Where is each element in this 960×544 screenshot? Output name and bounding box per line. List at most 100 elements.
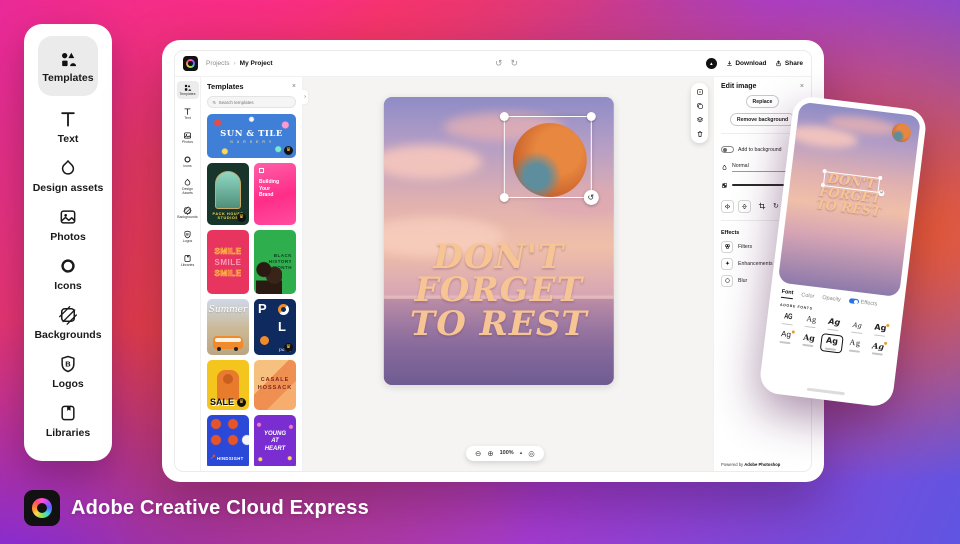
duplicate-icon[interactable] — [696, 102, 704, 110]
avatar[interactable]: ▲ — [706, 58, 717, 69]
close-icon[interactable]: × — [800, 83, 804, 90]
remove-background-button[interactable]: Remove background — [730, 113, 795, 126]
creative-cloud-logo[interactable] — [183, 56, 198, 71]
floating-toolbar — [691, 83, 708, 143]
font-sample-glyph: Ag — [781, 330, 792, 340]
template-card-pool-party[interactable]: P L party ♛ — [254, 299, 296, 355]
share-button[interactable]: Share — [775, 60, 803, 67]
rotate-button[interactable]: ↻ — [773, 202, 779, 210]
rotate-handle[interactable]: ↺ — [583, 190, 598, 205]
ball-graphic — [260, 336, 269, 345]
resize-handle[interactable] — [586, 112, 595, 121]
layers-icon[interactable] — [696, 116, 704, 124]
font-sample-name — [849, 349, 860, 352]
font-sample[interactable]: Ag — [843, 336, 866, 356]
sidebar-item-backgrounds[interactable]: Backgrounds — [34, 305, 101, 341]
redo-icon[interactable]: ↻ — [511, 58, 519, 69]
fit-to-screen-icon[interactable]: ◎ — [528, 450, 535, 458]
breadcrumb-projects[interactable]: Projects — [206, 60, 229, 67]
font-sample[interactable]: Ag — [800, 312, 823, 330]
effects-toggle[interactable] — [848, 298, 859, 305]
template-card-casale-hossack[interactable]: CASALE HOSSACK — [254, 360, 296, 410]
sidebar-item-icons[interactable]: Icons — [54, 256, 81, 292]
blur-icon — [724, 277, 731, 284]
font-sample[interactable]: Ag — [823, 315, 846, 333]
rail-item-label: Icons — [183, 165, 191, 169]
powered-by-note: Powered by Adobe Photoshop — [721, 462, 780, 467]
template-card-sun-tile[interactable]: SUN & TILE N U R S E R Y ♛ — [207, 114, 296, 158]
zoom-level[interactable]: 100% — [500, 450, 514, 456]
sidebar-item-text[interactable]: Text — [58, 109, 79, 145]
download-button[interactable]: Download — [726, 60, 767, 67]
rail-item-text[interactable]: Text — [177, 105, 199, 123]
rail-item-label: Logos — [183, 240, 193, 244]
sidebar-item-templates[interactable]: Templates — [38, 36, 98, 96]
resize-handle[interactable] — [499, 193, 508, 202]
zoom-controls: ⊖ ⊕ 100% ▴ ◎ — [466, 446, 544, 462]
flip-vertical-button[interactable] — [738, 200, 751, 213]
font-sample[interactable]: Ag — [797, 331, 820, 351]
rail-item-backgrounds[interactable]: Backgrounds — [177, 204, 199, 222]
template-card-building-brand[interactable]: Building Your Brand — [254, 163, 296, 225]
template-card-summer[interactable]: Summer — [207, 299, 249, 355]
phone-tab[interactable]: Opacity — [822, 294, 841, 304]
sidebar-item-logos[interactable]: Logos — [52, 354, 84, 390]
add-to-background-toggle[interactable] — [721, 146, 734, 153]
search-input[interactable] — [219, 100, 291, 105]
artboard[interactable]: ↺ DON'T FORGET TO REST — [384, 97, 614, 385]
creative-cloud-logo — [24, 490, 60, 526]
font-sample[interactable]: Ag — [774, 328, 797, 348]
crop-button[interactable] — [758, 202, 766, 210]
sidebar-item-libraries[interactable]: Libraries — [46, 403, 90, 439]
phone-tab[interactable]: Color — [801, 292, 815, 302]
font-sample[interactable]: AG — [777, 310, 800, 328]
caret-up-icon[interactable]: ▴ — [520, 450, 523, 456]
rail-item-label: Templates — [180, 93, 196, 97]
template-card-sale[interactable]: SALE ♛ — [207, 360, 249, 410]
resize-handle[interactable] — [823, 169, 827, 173]
selection-box[interactable]: ↺ — [503, 116, 591, 198]
zoom-out-icon[interactable]: ⊖ — [475, 450, 481, 458]
undo-icon[interactable]: ↺ — [495, 58, 503, 69]
template-title: HINDSIGHT — [217, 456, 244, 461]
template-card-black-history-month[interactable]: BLACK HISTORY MONTH — [254, 230, 296, 294]
crop-icon — [758, 202, 766, 210]
sidebar-item-label: Text — [58, 133, 79, 145]
rail-item-design-assets[interactable]: Design Assets — [177, 176, 199, 198]
resize-handle[interactable] — [499, 112, 508, 121]
pool-float-graphic — [278, 304, 289, 315]
font-sample-name — [782, 323, 793, 326]
arrow-graphic: ↗ — [210, 453, 216, 461]
template-title: SUN & TILE — [220, 129, 283, 139]
rail-item-photos[interactable]: Photos — [177, 129, 199, 147]
font-sample[interactable]: Ag — [866, 339, 889, 359]
template-card-young-at-heart[interactable]: YOUNG AT HEART — [254, 415, 296, 466]
template-card-smile[interactable]: SMILE SMILE SMILE — [207, 230, 249, 294]
template-card-pack-house[interactable]: PACK HOUSESTUDIOS ♛ — [207, 163, 249, 225]
delete-icon[interactable] — [696, 130, 704, 138]
sidebar-item-photos[interactable]: Photos — [50, 207, 86, 243]
rail-item-icons[interactable]: Icons — [177, 153, 199, 171]
flip-horizontal-button[interactable] — [721, 200, 734, 213]
frame-icon[interactable] — [696, 88, 704, 96]
template-title: YOUNG — [264, 431, 286, 439]
template-card-hindsight[interactable]: ↗ HINDSIGHT — [207, 415, 249, 466]
font-sample[interactable]: Ag — [820, 333, 843, 353]
font-sample[interactable]: Ag — [869, 321, 892, 339]
close-icon[interactable]: × — [292, 83, 296, 90]
canvas-text[interactable]: DON'T FORGET TO REST — [384, 241, 614, 341]
panel-collapse-chevron[interactable]: › — [302, 89, 309, 105]
phone-canvas-text[interactable]: DON'T ↺ FORGET TO REST — [787, 167, 913, 223]
sidebar-item-design-assets[interactable]: Design assets — [33, 158, 104, 194]
resize-handle[interactable] — [878, 176, 882, 180]
template-search[interactable] — [207, 96, 296, 108]
rail-item-logos[interactable]: Logos — [177, 228, 199, 246]
rail-item-templates[interactable]: Templates — [177, 81, 199, 99]
phone-tab[interactable]: Font — [781, 289, 794, 299]
phone-tab[interactable]: Effects — [848, 298, 877, 309]
cc-ring-icon — [32, 498, 53, 519]
replace-button[interactable]: Replace — [746, 95, 780, 108]
rail-item-libraries[interactable]: Libraries — [177, 252, 199, 270]
zoom-in-icon[interactable]: ⊕ — [487, 450, 493, 458]
font-sample[interactable]: Ag — [846, 318, 869, 336]
